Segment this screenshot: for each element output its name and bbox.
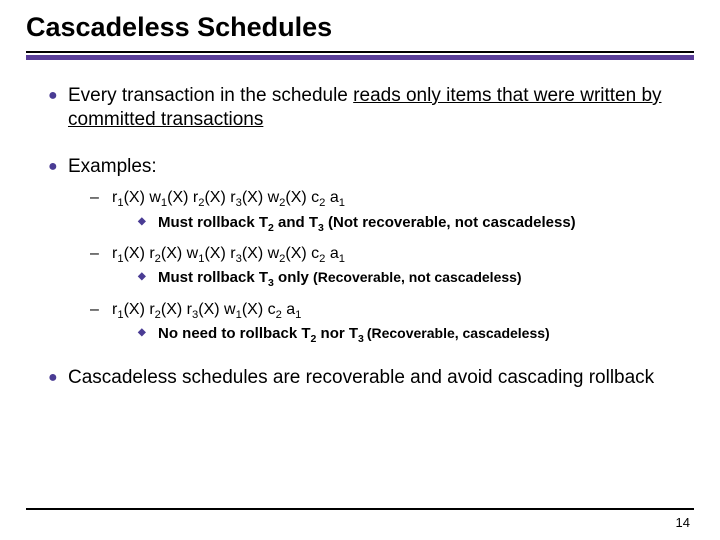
examples-label: Examples: xyxy=(68,155,680,179)
title-rules xyxy=(26,51,694,60)
example-2-note: ◆ Must rollback T3 only (Recoverable, no… xyxy=(138,268,680,288)
note-2-text: Must rollback T3 only (Recoverable, not … xyxy=(158,268,522,288)
examples-list: – r1(X) w1(X) r2(X) r3(X) w2(X) c2 a1 ◆ … xyxy=(68,187,680,345)
example-3-note: ◆ No need to rollback T2 nor T3 (Recover… xyxy=(138,324,680,344)
example-1: – r1(X) w1(X) r2(X) r3(X) w2(X) c2 a1 xyxy=(90,187,680,209)
note-1-text: Must rollback T2 and T3 (Not recoverable… xyxy=(158,213,576,233)
content-area: ● Every transaction in the schedule read… xyxy=(0,60,720,391)
example-1-text: r1(X) w1(X) r2(X) r3(X) w2(X) c2 a1 xyxy=(112,187,345,209)
bullet-conclusion: ● Cascadeless schedules are recoverable … xyxy=(48,366,680,390)
example-3-text: r1(X) r2(X) r3(X) w1(X) c2 a1 xyxy=(112,299,301,321)
bullet-definition: ● Every transaction in the schedule read… xyxy=(48,84,680,133)
rule-black xyxy=(26,51,694,53)
conclusion-text: Cascadeless schedules are recoverable an… xyxy=(68,366,680,390)
page-number: 14 xyxy=(676,515,690,530)
slide-title: Cascadeless Schedules xyxy=(0,0,720,49)
example-2: – r1(X) r2(X) w1(X) r3(X) w2(X) c2 a1 xyxy=(90,243,680,265)
bullet-icon: ● xyxy=(48,155,68,179)
dash-icon: – xyxy=(90,299,112,321)
bullet-icon: ● xyxy=(48,366,68,390)
note-3-text: No need to rollback T2 nor T3 (Recoverab… xyxy=(158,324,550,344)
dash-icon: – xyxy=(90,187,112,209)
diamond-icon: ◆ xyxy=(138,324,158,344)
bullet-examples: ● Examples: xyxy=(48,155,680,179)
def-prefix: Every transaction in the schedule xyxy=(68,85,353,106)
bullet-icon: ● xyxy=(48,84,68,133)
example-3: – r1(X) r2(X) r3(X) w1(X) c2 a1 xyxy=(90,299,680,321)
dash-icon: – xyxy=(90,243,112,265)
footer-rule xyxy=(26,508,694,510)
bullet-text: Every transaction in the schedule reads … xyxy=(68,84,680,133)
example-1-note: ◆ Must rollback T2 and T3 (Not recoverab… xyxy=(138,213,680,233)
diamond-icon: ◆ xyxy=(138,268,158,288)
diamond-icon: ◆ xyxy=(138,213,158,233)
example-2-text: r1(X) r2(X) w1(X) r3(X) w2(X) c2 a1 xyxy=(112,243,345,265)
